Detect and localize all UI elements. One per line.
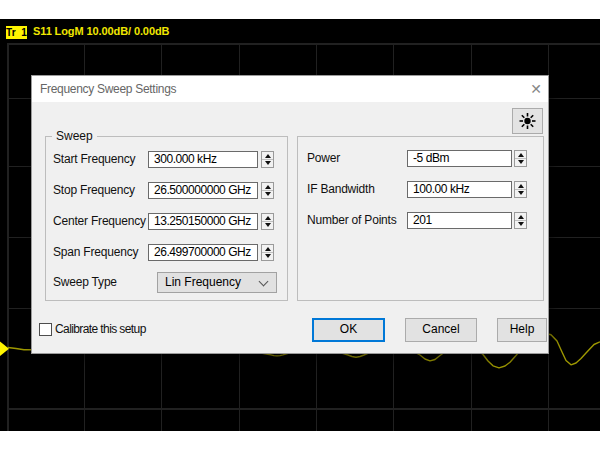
- spin-up-icon: [265, 154, 271, 158]
- center-frequency-spinner[interactable]: [261, 213, 274, 230]
- start-frequency-label: Start Frequency: [53, 151, 135, 168]
- sweep-group: Sweep Start Frequency 300.000 kHz Stop F…: [45, 136, 288, 301]
- spin-up-icon: [518, 153, 524, 157]
- spin-up-icon: [265, 216, 271, 220]
- span-frequency-spinner[interactable]: [261, 244, 274, 261]
- power-label: Power: [307, 150, 340, 167]
- span-frequency-label: Span Frequency: [53, 244, 138, 261]
- start-frequency-spinner[interactable]: [261, 151, 274, 168]
- spin-down-button[interactable]: [515, 221, 526, 228]
- span-frequency-input[interactable]: 26.499700000 GHz: [148, 244, 258, 261]
- spin-up-button[interactable]: [515, 182, 526, 190]
- spin-down-button[interactable]: [262, 253, 273, 260]
- spin-down-icon: [518, 222, 524, 226]
- sweep-type-value: Lin Frequency: [165, 275, 241, 289]
- center-frequency-input[interactable]: 13.250150000 GHz: [148, 213, 258, 230]
- spin-down-icon: [265, 161, 271, 165]
- spin-down-icon: [518, 191, 524, 195]
- spin-down-button[interactable]: [262, 222, 273, 229]
- start-frequency-input[interactable]: 300.000 kHz: [148, 151, 258, 168]
- spin-up-button[interactable]: [262, 152, 273, 160]
- spin-down-icon: [265, 254, 271, 258]
- spin-down-button[interactable]: [515, 190, 526, 197]
- sun-icon: [513, 109, 542, 133]
- spin-up-icon: [265, 247, 271, 251]
- spin-down-button[interactable]: [262, 160, 273, 167]
- vna-screen: Tr 1 S11 LogM 10.00dB/ 0.00dB Frequency …: [0, 0, 600, 450]
- spin-down-icon: [518, 160, 524, 164]
- brightness-button[interactable]: [512, 108, 543, 134]
- sweep-type-dropdown[interactable]: Lin Frequency: [157, 272, 277, 293]
- calibrate-checkbox[interactable]: [39, 323, 52, 336]
- number-of-points-label: Number of Points: [307, 212, 397, 229]
- spin-down-icon: [265, 192, 271, 196]
- power-input[interactable]: -5 dBm: [407, 150, 512, 167]
- power-spinner[interactable]: [514, 150, 527, 167]
- spin-down-button[interactable]: [262, 191, 273, 198]
- spin-up-button[interactable]: [262, 183, 273, 191]
- spin-up-button[interactable]: [515, 213, 526, 221]
- trace-measurement-label: S11 LogM 10.00dB/ 0.00dB: [33, 25, 169, 37]
- sweep-group-title: Sweep: [52, 130, 97, 143]
- settings-group: Power -5 dBm IF Bandwidth 100.00 kHz Num…: [297, 136, 544, 301]
- cancel-button[interactable]: Cancel: [405, 318, 477, 342]
- dialog-titlebar[interactable]: Frequency Sweep Settings ✕: [32, 76, 548, 102]
- number-of-points-input[interactable]: 201: [407, 212, 512, 229]
- spin-down-icon: [265, 223, 271, 227]
- frequency-sweep-settings-dialog: Frequency Sweep Settings ✕ Sweep: [31, 75, 549, 354]
- center-frequency-label: Center Frequency: [53, 213, 146, 230]
- spin-down-button[interactable]: [515, 159, 526, 166]
- help-button[interactable]: Help: [497, 318, 547, 342]
- if-bandwidth-label: IF Bandwidth: [307, 181, 375, 198]
- number-of-points-spinner[interactable]: [514, 212, 527, 229]
- stop-frequency-input[interactable]: 26.500000000 GHz: [148, 182, 258, 199]
- close-icon[interactable]: ✕: [527, 80, 545, 98]
- sweep-type-label: Sweep Type: [53, 274, 117, 291]
- if-bandwidth-input[interactable]: 100.00 kHz: [407, 181, 512, 198]
- spin-up-button[interactable]: [262, 245, 273, 253]
- if-bandwidth-spinner[interactable]: [514, 181, 527, 198]
- chevron-down-icon: [259, 277, 269, 287]
- trace-1-badge[interactable]: Tr 1: [6, 26, 27, 39]
- stop-frequency-spinner[interactable]: [261, 182, 274, 199]
- spin-up-icon: [518, 215, 524, 219]
- spin-up-button[interactable]: [262, 214, 273, 222]
- stop-frequency-label: Stop Frequency: [53, 182, 135, 199]
- spin-up-icon: [518, 184, 524, 188]
- dialog-title: Frequency Sweep Settings: [40, 76, 176, 102]
- spin-up-button[interactable]: [515, 151, 526, 159]
- spin-up-icon: [265, 185, 271, 189]
- ok-button[interactable]: OK: [312, 318, 385, 342]
- calibrate-checkbox-label: Calibrate this setup: [55, 321, 146, 337]
